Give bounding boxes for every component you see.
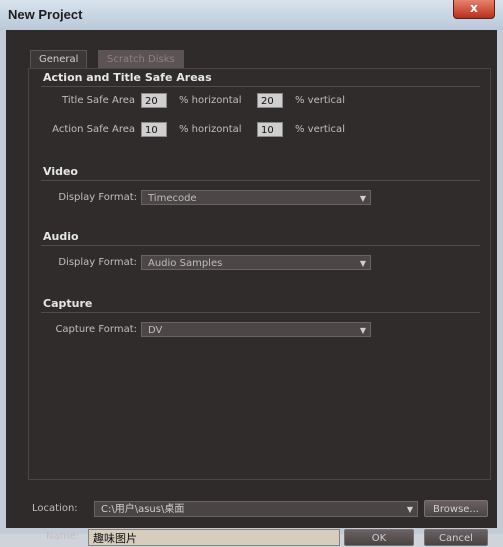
title-bar: New Project x [0,0,503,30]
capture-heading: Capture [43,297,93,310]
chevron-down-icon: ▼ [359,259,366,268]
new-project-dialog: New Project x General Scratch Disks Acti… [0,0,503,546]
divider [41,312,480,313]
cancel-button[interactable]: Cancel [424,529,488,546]
title-safe-horizontal-input[interactable]: 20 [141,93,167,108]
title-safe-vertical-input[interactable]: 20 [257,93,283,108]
divider [41,245,480,246]
location-value: C:\用户\asus\桌面 [101,504,185,515]
video-display-format-value: Timecode [148,193,197,204]
capture-format-value: DV [148,325,163,336]
audio-display-format-dropdown[interactable]: Audio Samples ▼ [141,255,371,270]
safe-areas-heading: Action and Title Safe Areas [43,71,212,84]
capture-format-dropdown[interactable]: DV ▼ [141,322,371,337]
capture-format-label: Capture Format: [55,324,137,335]
location-dropdown[interactable]: C:\用户\asus\桌面 ▼ [94,501,418,517]
action-vertical-unit: % vertical [295,124,345,135]
close-button[interactable]: x [453,0,495,19]
chevron-down-icon: ▼ [406,505,413,514]
title-horizontal-unit: % horizontal [179,95,242,106]
divider [41,86,480,87]
window-title: New Project [8,7,83,22]
video-display-format-label: Display Format: [58,192,137,203]
dialog-body: General Scratch Disks Action and Title S… [6,30,497,546]
title-safe-area-label: Title Safe Area [62,95,135,106]
ok-button[interactable]: OK [344,529,414,546]
general-panel: Action and Title Safe Areas Title Safe A… [28,68,491,480]
audio-heading: Audio [43,230,79,243]
browse-button[interactable]: Browse... [424,500,488,517]
chevron-down-icon: ▼ [359,326,366,335]
divider [41,180,480,181]
action-safe-horizontal-input[interactable]: 10 [141,122,167,137]
project-name-input[interactable]: 趣味图片 [88,529,340,546]
video-heading: Video [43,165,78,178]
chevron-down-icon: ▼ [359,194,366,203]
action-horizontal-unit: % horizontal [179,124,242,135]
location-label: Location: [32,503,78,514]
window-frame-right [497,30,503,534]
action-safe-area-label: Action Safe Area [52,124,135,135]
audio-display-format-label: Display Format: [58,257,137,268]
close-icon: x [470,1,478,15]
title-vertical-unit: % vertical [295,95,345,106]
video-display-format-dropdown[interactable]: Timecode ▼ [141,190,371,205]
name-label: Name: [46,531,79,542]
audio-display-format-value: Audio Samples [148,258,223,269]
action-safe-vertical-input[interactable]: 10 [257,122,283,137]
tab-general[interactable]: General [30,50,88,69]
tab-scratch-disks[interactable]: Scratch Disks [98,50,184,69]
